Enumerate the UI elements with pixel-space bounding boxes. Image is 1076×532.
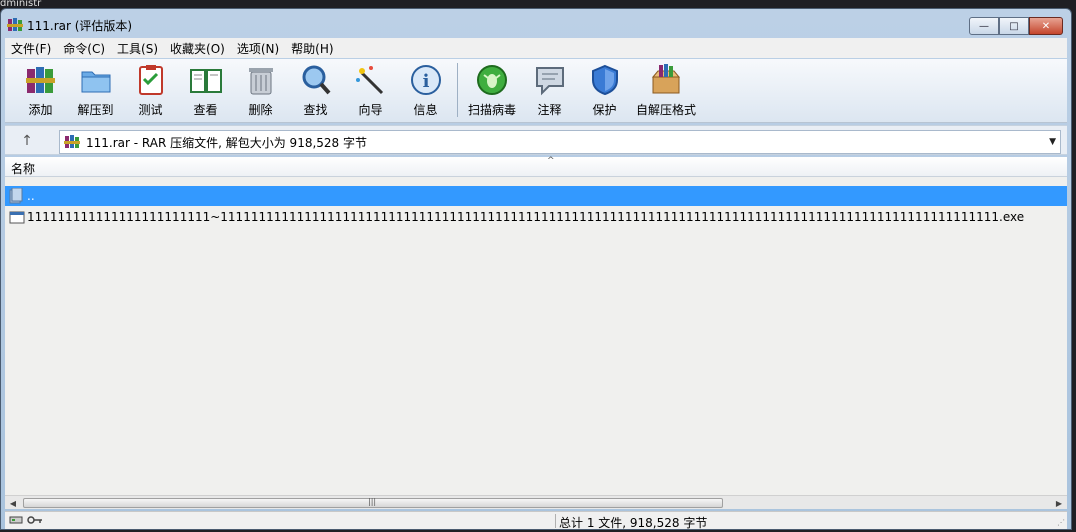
find-button[interactable]: 查找 bbox=[288, 59, 343, 119]
dropdown-arrow-icon[interactable]: ▼ bbox=[1049, 137, 1056, 147]
menu-file[interactable]: 文件(F) bbox=[5, 40, 57, 57]
winrar-window: 111.rar (评估版本) — □ ✕ 文件(F) 命令(C) 工具(S) 收… bbox=[0, 8, 1072, 530]
sfx-box-icon bbox=[651, 64, 681, 94]
window-title: 111.rar (评估版本) bbox=[27, 19, 133, 33]
toolbar-separator bbox=[457, 63, 458, 117]
protect-button[interactable]: 保护 bbox=[577, 59, 632, 119]
address-bar: ↑ 111.rar - RAR 压缩文件, 解包大小为 918,528 字节 ▼ bbox=[5, 125, 1067, 155]
delete-label: 删除 bbox=[248, 103, 273, 117]
virus-scan-icon bbox=[477, 65, 507, 95]
svg-text:i: i bbox=[422, 71, 429, 92]
maximize-button[interactable]: □ bbox=[999, 17, 1029, 35]
up-arrow-icon: ↑ bbox=[21, 133, 33, 149]
menu-options[interactable]: 选项(N) bbox=[231, 40, 285, 57]
info-button[interactable]: i 信息 bbox=[398, 59, 453, 119]
extract-to-label: 解压到 bbox=[77, 103, 114, 117]
parent-folder-icon bbox=[9, 188, 23, 204]
test-button[interactable]: 测试 bbox=[123, 59, 178, 119]
winrar-app-icon bbox=[7, 18, 23, 31]
list-item-exe[interactable]: 111111111111111111111111~111111111111111… bbox=[5, 207, 1067, 227]
add-label: 添加 bbox=[28, 103, 53, 117]
status-summary: 总计 1 文件, 918,528 字节 bbox=[559, 516, 708, 530]
wizard-button[interactable]: 向导 bbox=[343, 59, 398, 119]
status-bar: 总计 1 文件, 918,528 字节 ⋰ bbox=[5, 511, 1067, 530]
grip-icon: ||| bbox=[368, 497, 377, 506]
view-book-icon bbox=[189, 69, 222, 93]
view-button[interactable]: 查看 bbox=[178, 59, 233, 119]
extract-folder-icon bbox=[81, 71, 110, 93]
address-field[interactable]: 111.rar - RAR 压缩文件, 解包大小为 918,528 字节 ▼ bbox=[59, 130, 1061, 154]
desktop-text: dministr bbox=[0, 0, 42, 8]
menu-tools[interactable]: 工具(S) bbox=[111, 40, 164, 57]
find-label: 查找 bbox=[303, 103, 328, 117]
scroll-left-icon[interactable]: ◀ bbox=[5, 496, 21, 510]
scroll-thumb[interactable]: ||| bbox=[23, 497, 723, 508]
caption-buttons: — □ ✕ bbox=[969, 17, 1063, 35]
wizard-wand-icon bbox=[355, 66, 383, 95]
file-list: 名称 ^ .. 111111111111111111111111~1111111… bbox=[5, 156, 1067, 495]
menu-commands[interactable]: 命令(C) bbox=[57, 40, 111, 57]
test-label: 测试 bbox=[138, 103, 163, 117]
info-label: 信息 bbox=[413, 103, 438, 117]
comment-label: 注释 bbox=[537, 103, 562, 117]
sfx-label: 自解压格式 bbox=[635, 103, 696, 117]
menu-bar: 文件(F) 命令(C) 工具(S) 收藏夹(O) 选项(N) 帮助(H) bbox=[5, 38, 1067, 58]
list-item-name: .. bbox=[27, 189, 35, 203]
protect-label: 保护 bbox=[592, 103, 617, 117]
title-bar[interactable]: 111.rar (评估版本) — □ ✕ bbox=[1, 9, 1071, 39]
toolbar: 添加 解压到 测试 查看 删除 查找 向导 i 信息 扫描病毒 注释 保护 自解… bbox=[5, 59, 1067, 123]
comment-button[interactable]: 注释 bbox=[522, 59, 577, 119]
add-books-icon bbox=[25, 67, 55, 93]
horizontal-scrollbar[interactable]: ◀ ||| ▶ bbox=[5, 495, 1067, 509]
scroll-right-icon[interactable]: ▶ bbox=[1051, 496, 1067, 510]
view-label: 查看 bbox=[193, 103, 218, 117]
close-button[interactable]: ✕ bbox=[1029, 17, 1063, 35]
info-icon: i bbox=[410, 65, 441, 95]
list-item-name: 111111111111111111111111~111111111111111… bbox=[27, 210, 1025, 224]
key-icon[interactable] bbox=[27, 514, 43, 526]
test-clipboard-icon bbox=[138, 65, 163, 95]
rar-archive-icon bbox=[64, 135, 80, 148]
virus-scan-label: 扫描病毒 bbox=[467, 103, 516, 117]
sort-ascending-icon: ^ bbox=[547, 156, 555, 166]
drive-icon[interactable] bbox=[9, 514, 23, 526]
extract-to-button[interactable]: 解压到 bbox=[68, 59, 123, 119]
minimize-button[interactable]: — bbox=[969, 17, 999, 35]
wizard-label: 向导 bbox=[358, 103, 383, 117]
comment-icon bbox=[535, 67, 564, 96]
exe-file-icon bbox=[9, 211, 25, 224]
status-icons bbox=[9, 514, 43, 526]
status-divider bbox=[555, 514, 556, 528]
trash-icon bbox=[248, 68, 273, 95]
up-level-button[interactable]: ↑ bbox=[9, 130, 45, 152]
menu-favorites[interactable]: 收藏夹(O) bbox=[164, 40, 231, 57]
delete-button[interactable]: 删除 bbox=[233, 59, 288, 119]
sfx-button[interactable]: 自解压格式 bbox=[632, 59, 700, 119]
column-header-name[interactable]: 名称 ^ bbox=[5, 156, 1067, 177]
column-name-label: 名称 bbox=[11, 162, 36, 176]
shield-icon bbox=[591, 64, 618, 96]
resize-grip-icon[interactable]: ⋰ bbox=[1057, 518, 1065, 527]
address-text: 111.rar - RAR 压缩文件, 解包大小为 918,528 字节 bbox=[86, 135, 367, 150]
magnifier-icon bbox=[302, 65, 330, 95]
menu-help[interactable]: 帮助(H) bbox=[285, 40, 339, 57]
virus-scan-button[interactable]: 扫描病毒 bbox=[462, 59, 522, 119]
add-button[interactable]: 添加 bbox=[13, 59, 68, 119]
list-item-parent[interactable]: .. bbox=[5, 186, 1067, 206]
